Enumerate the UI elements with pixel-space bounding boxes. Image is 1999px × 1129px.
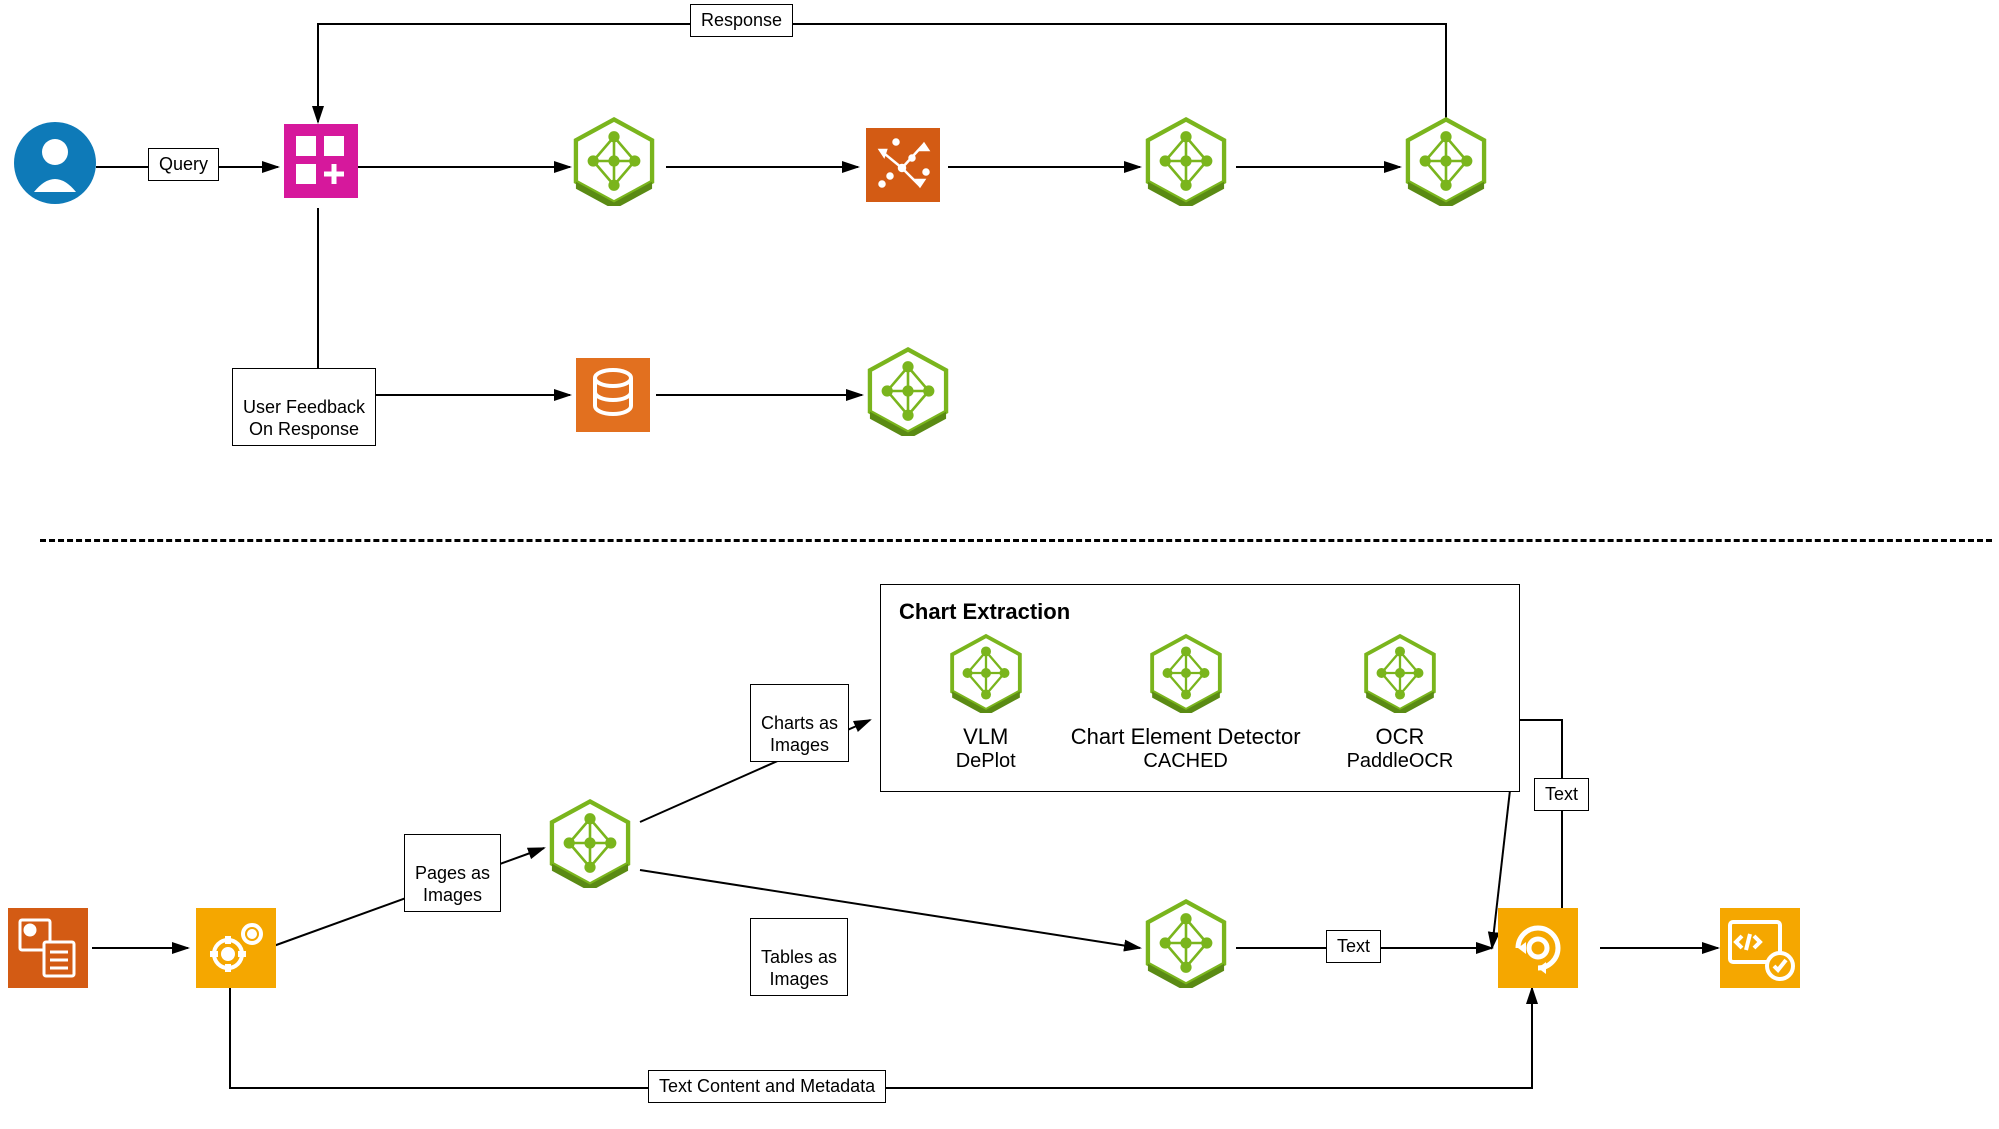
code-check-icon [1720,908,1800,993]
nim-hex-3 [1402,116,1490,211]
tables-as-images-label: Tables as Images [750,918,848,996]
database-icon [576,358,650,437]
nim-hex-1 [570,116,658,211]
section-divider [40,539,1992,542]
app-icon [284,124,358,203]
chart-item-detector: Chart Element Detector CACHED [1071,633,1301,773]
text-label-2: Text [1326,930,1381,963]
nim-hex-retrain [864,346,952,441]
nim-hex-table [1142,898,1230,993]
nim-hex-2 [1142,116,1230,211]
user-icon [14,122,96,209]
gears-icon [196,908,276,993]
text-label-1: Text [1534,778,1589,811]
documents-icon [8,908,88,993]
pages-as-images-label: Pages as Images [404,834,501,912]
chart-extraction-box: Chart Extraction VLM DePlot [880,584,1520,792]
vector-store-icon [866,128,940,207]
chart-item-vlm: VLM DePlot [947,633,1025,773]
text-content-metadata-label: Text Content and Metadata [648,1070,886,1103]
chart-item-ocr: OCR PaddleOCR [1347,633,1454,773]
user-feedback-label: User Feedback On Response [232,368,376,446]
postprocess-gear-icon [1498,908,1578,993]
query-label: Query [148,148,219,181]
charts-as-images-label: Charts as Images [750,684,849,762]
response-label: Response [690,4,793,37]
nim-hex-objdet [546,798,634,893]
chart-extraction-title: Chart Extraction [899,599,1501,625]
